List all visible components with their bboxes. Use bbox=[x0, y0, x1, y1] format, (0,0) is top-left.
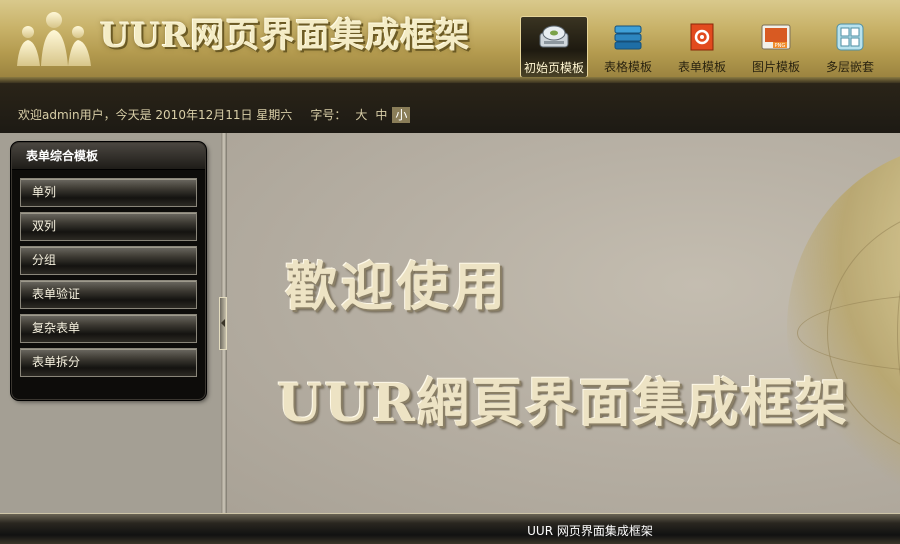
info-bar: 欢迎admin用户，今天是 2010年12月11日 星期六 字号： 大 中 小 bbox=[0, 77, 900, 133]
font-size-label: 字号： bbox=[310, 108, 347, 122]
nav-item-table-template[interactable]: 表格模板 bbox=[592, 16, 664, 78]
header-divider bbox=[0, 77, 900, 83]
sidebar-item-form-validation[interactable]: 表单验证 bbox=[20, 280, 197, 309]
header-bar: UUR网页界面集成框架 初始页模板 表格模板 表单模板 PNG 图片模板 多层嵌… bbox=[0, 0, 900, 78]
disk-drive-icon bbox=[537, 21, 571, 55]
app-title: UUR网页界面集成框架 bbox=[100, 16, 471, 56]
sidebar-item-form-split[interactable]: 表单拆分 bbox=[20, 348, 197, 377]
welcome-heading: 歡迎使用 bbox=[285, 257, 510, 318]
sidebar-item-single-column[interactable]: 单列 bbox=[20, 178, 197, 207]
nav-label: 初始页模板 bbox=[523, 61, 584, 75]
sidebar-item-complex-form[interactable]: 复杂表单 bbox=[20, 314, 197, 343]
sidebar-item-grouping[interactable]: 分组 bbox=[20, 246, 197, 275]
footer-text: UUR 网页界面集成框架 bbox=[527, 524, 653, 538]
people-logo-icon bbox=[17, 12, 91, 66]
sidebar-item-double-column[interactable]: 双列 bbox=[20, 212, 197, 241]
footer-bar: UUR 网页界面集成框架 bbox=[0, 513, 900, 544]
nav-label: 多层嵌套 bbox=[825, 60, 874, 74]
svg-text:PNG: PNG bbox=[775, 43, 786, 49]
form-gear-icon bbox=[685, 20, 719, 54]
sidebar-panel: 表单综合模板 单列 双列 分组 表单验证 复杂表单 表单拆分 bbox=[11, 142, 206, 400]
globe-decoration bbox=[787, 143, 900, 513]
font-size-small-button[interactable]: 小 bbox=[392, 107, 411, 123]
sidebar-menu: 单列 双列 分组 表单验证 复杂表单 表单拆分 bbox=[12, 170, 205, 377]
welcome-area: 欢迎admin用户，今天是 2010年12月11日 星期六 字号： 大 中 小 bbox=[18, 107, 412, 123]
welcome-subheading: UUR網頁界面集成框架 bbox=[277, 373, 849, 434]
collapse-sidebar-handle[interactable] bbox=[219, 297, 227, 350]
nav-item-form-template[interactable]: 表单模板 bbox=[666, 16, 738, 78]
font-size-medium-button[interactable]: 中 bbox=[372, 107, 390, 123]
png-image-icon: PNG bbox=[759, 20, 793, 54]
nav-label: 表单模板 bbox=[677, 60, 726, 74]
sidebar: 表单综合模板 单列 双列 分组 表单验证 复杂表单 表单拆分 bbox=[0, 133, 221, 513]
font-size-large-button[interactable]: 大 bbox=[352, 107, 370, 123]
welcome-text: 欢迎admin用户，今天是 2010年12月11日 星期六 bbox=[18, 108, 293, 122]
stacked-books-icon bbox=[611, 20, 645, 54]
window-grid-icon bbox=[833, 20, 867, 54]
sidebar-title: 表单综合模板 bbox=[12, 143, 205, 170]
arrow-left-icon bbox=[221, 319, 225, 327]
top-nav: 初始页模板 表格模板 表单模板 PNG 图片模板 多层嵌套 bbox=[518, 16, 886, 78]
main-content: 歡迎使用 UUR網頁界面集成框架 bbox=[227, 133, 900, 513]
nav-label: 表格模板 bbox=[603, 60, 652, 74]
nav-item-image-template[interactable]: PNG 图片模板 bbox=[740, 16, 812, 78]
nav-item-nested-layout[interactable]: 多层嵌套 bbox=[814, 16, 886, 78]
nav-item-home-template[interactable]: 初始页模板 bbox=[520, 16, 588, 78]
nav-label: 图片模板 bbox=[751, 60, 800, 74]
